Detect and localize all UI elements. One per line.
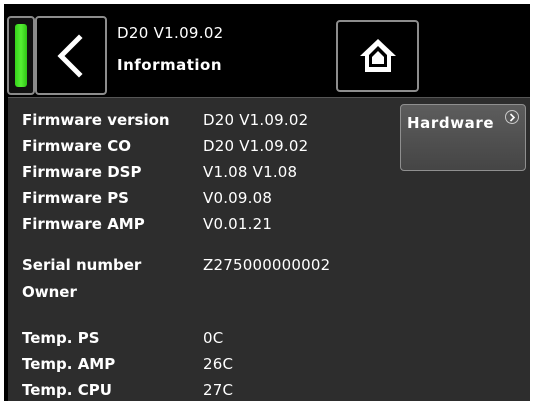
- back-button[interactable]: [35, 16, 107, 95]
- info-label: Firmware PS: [22, 189, 129, 207]
- status-led-frame: [7, 16, 35, 95]
- info-value: V1.08 V1.08: [203, 163, 298, 181]
- firmware-title: D20 V1.09.02: [117, 24, 224, 42]
- info-value: V0.01.21: [203, 215, 273, 233]
- info-label: Temp. PS: [22, 329, 100, 347]
- hardware-button-label: Hardware: [407, 114, 495, 132]
- info-label: Temp. AMP: [22, 355, 116, 373]
- info-label: Temp. CPU: [22, 381, 112, 399]
- info-value: 27C: [203, 381, 234, 399]
- info-label: Firmware version: [22, 111, 170, 129]
- info-label: Firmware AMP: [22, 215, 145, 233]
- info-label: Serial number: [22, 256, 142, 274]
- header-bar: D20 V1.09.02 Information: [4, 4, 530, 95]
- info-value: 26C: [203, 355, 234, 373]
- info-panel: Firmware version D20 V1.09.02 Firmware C…: [8, 97, 530, 401]
- info-label: Firmware CO: [22, 137, 131, 155]
- chevron-right-icon: [505, 110, 519, 124]
- title-block: D20 V1.09.02 Information: [117, 24, 224, 74]
- home-button[interactable]: [336, 20, 419, 92]
- home-icon: [360, 39, 396, 72]
- info-value: D20 V1.09.02: [203, 111, 309, 129]
- page-title: Information: [117, 56, 223, 74]
- status-led: [15, 24, 27, 87]
- info-label: Firmware DSP: [22, 163, 142, 181]
- device-screen: D20 V1.09.02 Information Firmware versio…: [4, 4, 530, 401]
- info-value: Z275000000002: [203, 256, 331, 274]
- info-value: V0.09.08: [203, 189, 273, 207]
- info-value: D20 V1.09.02: [203, 137, 309, 155]
- info-label: Owner: [22, 283, 77, 301]
- chevron-left-icon: [57, 34, 83, 78]
- info-value: 0C: [203, 329, 224, 347]
- hardware-button[interactable]: Hardware: [400, 104, 526, 171]
